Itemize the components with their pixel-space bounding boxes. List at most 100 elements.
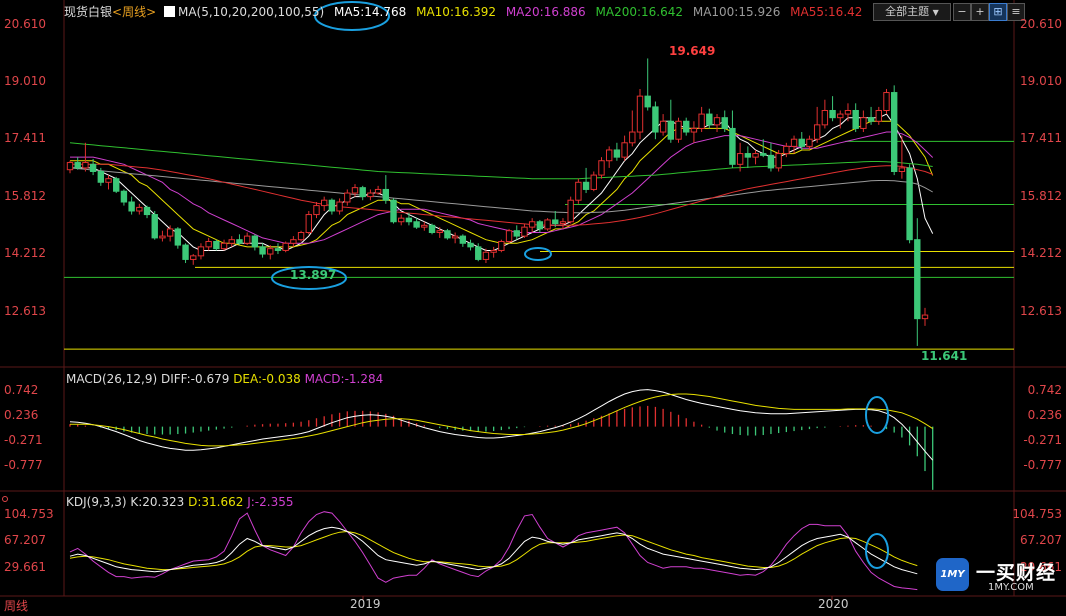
candle-body	[428, 224, 436, 234]
candle-body	[174, 228, 182, 246]
candle-body	[89, 163, 97, 173]
zoom-in-button[interactable]: +	[971, 3, 989, 21]
period-label[interactable]: 周线	[4, 597, 28, 614]
kdj-tick-left-0: 104.753	[4, 507, 54, 521]
candle-body	[398, 217, 405, 223]
candle-body	[744, 153, 752, 158]
candle-body	[629, 131, 636, 144]
candle-body	[528, 221, 536, 228]
candle-body	[544, 219, 551, 230]
y-tick-left-3: 15.812	[4, 189, 46, 203]
macd-tick-right-1: 0.236	[1027, 408, 1062, 422]
y-tick-left-4: 14.212	[4, 246, 46, 260]
candle-body	[860, 117, 867, 129]
kdj-tick-right-0: 104.753	[1012, 507, 1062, 521]
candle-body	[890, 92, 898, 173]
y-tick-right-4: 14.212	[1020, 246, 1062, 260]
candle-body	[413, 221, 420, 228]
candle-body	[790, 138, 798, 147]
plus-icon: +	[975, 5, 985, 18]
candle-body	[197, 246, 205, 257]
kdj-d-line	[69, 530, 918, 571]
candle-body	[113, 178, 120, 192]
instrument-title: 现货白银	[64, 5, 113, 19]
candle-body	[775, 153, 782, 169]
annotation-ellipse-mid	[524, 247, 552, 261]
brand-watermark: 1MY 一买财经 1MY.COM	[936, 558, 1064, 596]
candle-body	[605, 149, 613, 162]
y-tick-left-5: 12.613	[4, 304, 46, 318]
candle-body	[659, 120, 667, 133]
candle-body	[143, 206, 151, 216]
candle-body	[228, 239, 235, 244]
zoom-out-button[interactable]: −	[953, 3, 971, 21]
macd-tick-right-3: -0.777	[1023, 458, 1062, 472]
y-tick-right-1: 19.010	[1020, 74, 1062, 88]
candle-body	[328, 199, 336, 212]
candle-body	[706, 113, 713, 126]
candle-body	[852, 109, 859, 129]
ma5-value: MA5:14.768	[334, 5, 407, 19]
ma20-value: MA20:16.886	[505, 5, 586, 19]
candle-body	[767, 154, 775, 169]
candle-body	[875, 109, 882, 122]
ma-line-ma55	[70, 163, 933, 226]
candle-body	[752, 153, 759, 158]
candle-body	[182, 244, 189, 260]
candle-body	[166, 228, 174, 237]
candle-body	[351, 187, 359, 194]
candle-body	[898, 167, 906, 173]
candle-body	[844, 109, 852, 115]
annotation-high: 19.649	[669, 44, 716, 58]
macd-macd-value: MACD:-1.284	[304, 372, 384, 386]
candle-body	[367, 192, 374, 198]
kdj-tick-right-1: 67.207	[1020, 533, 1062, 547]
main-panel-header: 现货白银<周线> MA(5,10,20,200,100,55) MA5:14.7…	[64, 4, 868, 20]
candle-body	[305, 214, 312, 234]
candle-body	[66, 162, 74, 171]
panel-mode-button[interactable]: ⊞	[989, 3, 1007, 21]
candle-body	[405, 217, 413, 223]
candle-body	[813, 124, 821, 140]
candle-body	[783, 145, 790, 155]
brand-url: 1MY.COM	[988, 582, 1034, 593]
ma55-value: MA55:16.42	[790, 5, 863, 19]
candle-body	[536, 221, 544, 230]
candle-body	[97, 171, 105, 183]
brand-logo-icon: 1MY	[936, 558, 969, 591]
theme-dropdown[interactable]: 全部主题 ▼	[873, 3, 951, 21]
candle-body	[451, 235, 459, 239]
candle-body	[698, 113, 705, 129]
kdj-tick-left-1: 67.207	[4, 533, 46, 547]
macd-tick-left-3: -0.777	[4, 458, 43, 472]
kdj-tick-left-2: 29.661	[4, 560, 46, 574]
annotation-ellipse-kdj	[865, 533, 889, 569]
candle-body	[390, 199, 397, 223]
ma-toggle-icon[interactable]	[163, 6, 175, 17]
candle-body	[267, 248, 274, 255]
candle-body	[374, 188, 382, 194]
candle-body	[613, 149, 621, 158]
candle-body	[552, 219, 559, 225]
brand-name: 一买财经	[976, 562, 1057, 584]
period-link[interactable]: <周线>	[112, 5, 156, 19]
candle-body	[883, 92, 890, 111]
chevron-down-icon: ▼	[932, 8, 939, 17]
candle-body	[713, 117, 721, 126]
candle-body	[120, 190, 128, 203]
chart-canvas	[0, 0, 1066, 600]
candle-body	[151, 214, 158, 239]
kdj-k-value: K:20.323	[130, 495, 185, 509]
candle-body	[205, 240, 212, 248]
candle-body	[513, 230, 520, 237]
candle-body	[721, 117, 728, 129]
y-tick-right-2: 17.411	[1020, 131, 1062, 145]
candle-body	[683, 120, 690, 133]
candle-body	[213, 240, 220, 250]
candle-body	[590, 174, 597, 190]
candle-body	[382, 188, 390, 201]
candle-body	[921, 314, 929, 320]
candle-body	[636, 95, 644, 133]
minus-icon: −	[957, 5, 967, 18]
candle-body	[444, 230, 451, 239]
